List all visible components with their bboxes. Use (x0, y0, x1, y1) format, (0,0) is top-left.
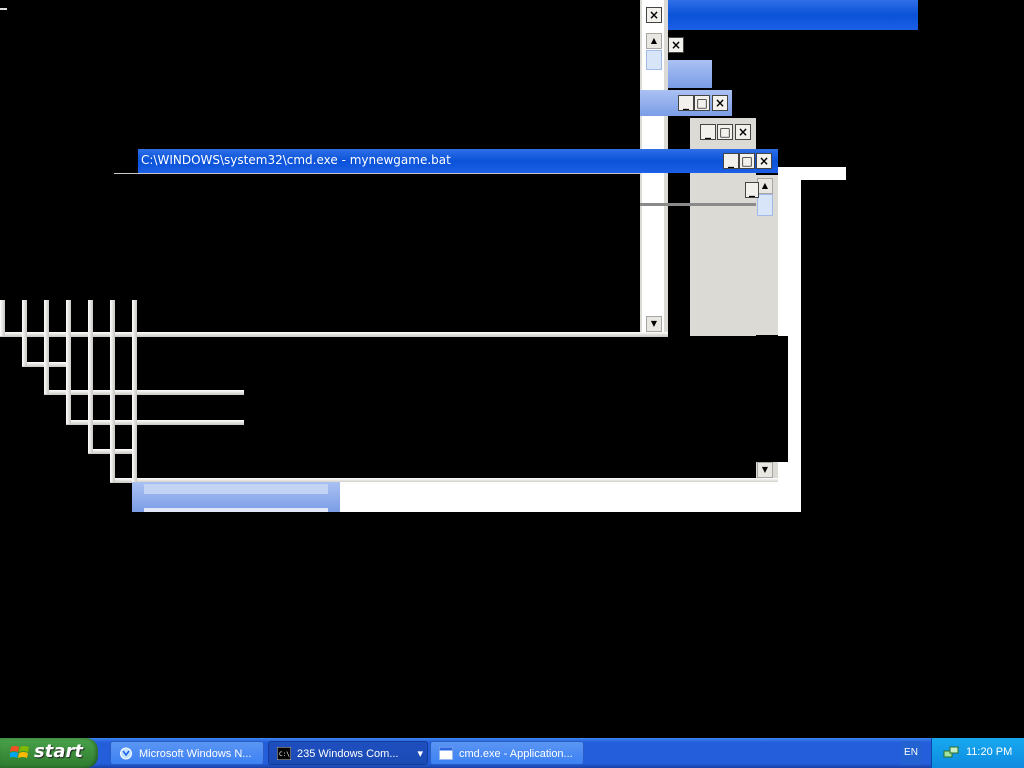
ghost-scroll-down-1[interactable]: ▼ (646, 316, 662, 332)
cmd-icon: C:\ (277, 747, 291, 760)
ghost-close-button-2[interactable]: × (668, 37, 684, 53)
ghost-blue-inner-2 (144, 508, 328, 512)
network-icon[interactable] (943, 745, 959, 761)
ghost-close-button-1[interactable]: × (646, 7, 662, 23)
cmd-scroll-down[interactable]: ▼ (757, 462, 773, 478)
window-icon (439, 747, 453, 760)
cmd-console-body (138, 336, 788, 462)
cmd-scroll-up[interactable]: ▲ (757, 178, 773, 194)
ghost-minimize-button-4[interactable]: _ (700, 124, 716, 140)
start-button[interactable]: start (0, 738, 98, 768)
ghost-vline-5 (88, 300, 93, 453)
ghost-maximize-button-4[interactable]: □ (717, 124, 733, 140)
ghost-white-strip (778, 167, 846, 180)
clock[interactable]: 11:20 PM (966, 746, 1012, 758)
ghost-vline-6 (110, 300, 115, 482)
taskbar-item-cmd-app[interactable]: cmd.exe - Application... (430, 741, 584, 765)
stray-mark (0, 8, 7, 10)
ghost-blue-inner (144, 484, 328, 494)
ghost-hline-1 (0, 332, 668, 337)
ghost-titlebar-1 (668, 0, 918, 30)
taskbar-item-cmd-group-label: 235 Windows Com... (297, 748, 399, 760)
taskbar-item-outlook[interactable]: Microsoft Windows N... (110, 741, 264, 765)
cmd-close-button[interactable]: × (756, 153, 772, 169)
taskbar-item-cmd-group[interactable]: C:\ 235 Windows Com... ▾ (268, 741, 428, 765)
ghost-vline-7 (132, 300, 137, 482)
taskbar-item-cmd-app-label: cmd.exe - Application... (459, 748, 573, 760)
ghost-close-button-4[interactable]: × (735, 124, 751, 140)
ghost-vline-2 (22, 300, 27, 366)
ghost-minimize-button-5[interactable]: _ (745, 182, 759, 198)
chevron-down-icon: ▾ (417, 748, 423, 760)
cmd-title-text: C:\WINDOWS\system32\cmd.exe - mynewgame.… (141, 153, 451, 167)
ghost-divider (640, 203, 756, 206)
ghost-vline-4 (66, 300, 71, 424)
ghost-close-button-3[interactable]: × (712, 95, 728, 111)
ghost-scroll-thumb-1[interactable] (646, 50, 662, 70)
system-tray: 11:20 PM (931, 738, 1024, 768)
ghost-vline-1 (0, 300, 5, 336)
ghost-hline-3 (44, 390, 244, 395)
windows-flag-icon (10, 746, 29, 758)
ghost-vline-3 (44, 300, 49, 394)
cmd-scroll-thumb[interactable] (757, 194, 773, 216)
cmd-title-underline (114, 173, 640, 174)
taskbar-item-outlook-label: Microsoft Windows N... (139, 748, 252, 760)
ghost-titlebar-2 (668, 60, 712, 88)
ghost-minimize-button-3[interactable]: _ (678, 95, 694, 111)
cmd-minimize-button[interactable]: _ (723, 153, 739, 169)
cmd-maximize-button[interactable]: □ (739, 153, 755, 169)
language-indicator[interactable]: EN (901, 741, 921, 765)
ghost-scroll-up-1[interactable]: ▲ (646, 33, 662, 49)
svg-text:C:\: C:\ (279, 751, 290, 758)
ghost-white-remnant (340, 482, 801, 512)
outlook-express-icon (120, 747, 132, 760)
ghost-maximize-button-3[interactable]: □ (694, 95, 710, 111)
start-label: start (34, 741, 83, 762)
